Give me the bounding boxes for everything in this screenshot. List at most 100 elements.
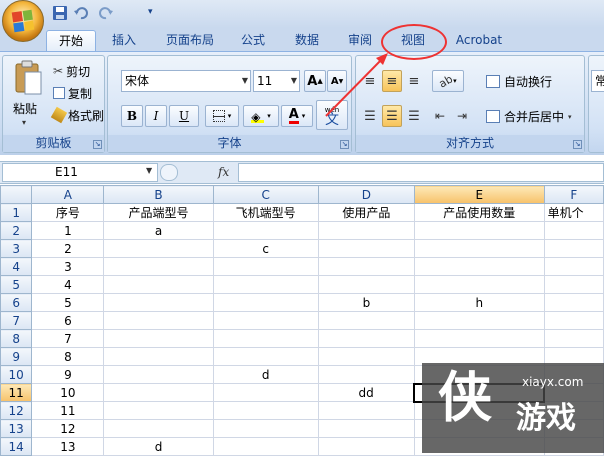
cell-d12[interactable] (317, 401, 415, 420)
row-header[interactable]: 6 (0, 293, 33, 312)
cell-a7[interactable]: 6 (31, 311, 105, 330)
cell-d3[interactable] (317, 239, 415, 258)
cell-a12[interactable]: 11 (31, 401, 105, 420)
cell-d4[interactable] (317, 257, 415, 276)
cell-f2[interactable] (543, 221, 604, 240)
cell-b5[interactable] (103, 275, 214, 294)
cell-e7[interactable] (413, 311, 545, 330)
cell-c13[interactable] (212, 419, 319, 438)
cell-b9[interactable] (103, 347, 214, 366)
row-header[interactable]: 4 (0, 257, 33, 276)
cell-b8[interactable] (103, 329, 214, 348)
row-header[interactable]: 5 (0, 275, 33, 294)
cell-d13[interactable] (317, 419, 415, 438)
name-box[interactable]: E11 (2, 163, 158, 182)
cell-e3[interactable] (413, 239, 545, 258)
column-header-d[interactable]: D (317, 185, 415, 204)
cell-f8[interactable] (543, 329, 604, 348)
table-row: 65 bh (0, 293, 604, 312)
row-header[interactable]: 13 (0, 419, 33, 438)
cell-b12[interactable] (103, 401, 214, 420)
cell-a1[interactable]: 序号 (31, 203, 105, 222)
cell-b11[interactable] (103, 383, 214, 402)
cell-c11[interactable] (212, 383, 319, 402)
cell-e2[interactable] (413, 221, 545, 240)
cell-b6[interactable] (103, 293, 214, 312)
cell-a6[interactable]: 5 (31, 293, 105, 312)
cell-a2[interactable]: 1 (31, 221, 105, 240)
column-header-f[interactable]: F (543, 185, 604, 204)
row-header[interactable]: 1 (0, 203, 33, 222)
cell-d5[interactable] (317, 275, 415, 294)
cell-c12[interactable] (212, 401, 319, 420)
column-header-b[interactable]: B (103, 185, 214, 204)
cell-b1[interactable]: 产品端型号 (103, 203, 214, 222)
cell-a4[interactable]: 3 (31, 257, 105, 276)
select-all-corner[interactable] (0, 185, 33, 204)
row-header[interactable]: 2 (0, 221, 33, 240)
cell-a9[interactable]: 8 (31, 347, 105, 366)
cell-b3[interactable] (103, 239, 214, 258)
function-icon[interactable]: fx (218, 165, 229, 179)
cell-c4[interactable] (212, 257, 319, 276)
watermark-logo: 侠 (438, 366, 492, 429)
table-row: 87 (0, 329, 604, 348)
cell-f3[interactable] (543, 239, 604, 258)
cell-f7[interactable] (543, 311, 604, 330)
cell-d1[interactable]: 使用产品 (317, 203, 415, 222)
cell-c9[interactable] (212, 347, 319, 366)
row-header[interactable]: 7 (0, 311, 33, 330)
cell-c5[interactable] (212, 275, 319, 294)
formula-input[interactable] (238, 163, 604, 182)
cell-b10[interactable] (103, 365, 214, 384)
namebox-dropdown-icon[interactable]: ▼ (146, 166, 152, 175)
cell-d6[interactable]: b (317, 293, 415, 312)
cell-c8[interactable] (212, 329, 319, 348)
cell-b13[interactable] (103, 419, 214, 438)
watermark: 侠 xiayx.com 游戏 (422, 363, 604, 453)
cell-e8[interactable] (413, 329, 545, 348)
row-header[interactable]: 11 (0, 383, 33, 402)
formula-bar-resize-handle[interactable] (160, 164, 178, 181)
cell-f4[interactable] (543, 257, 604, 276)
cell-e6[interactable]: h (413, 293, 545, 312)
row-header[interactable]: 3 (0, 239, 33, 258)
cell-d9[interactable] (317, 347, 415, 366)
cell-c2[interactable] (212, 221, 319, 240)
cell-e1[interactable]: 产品使用数量 (413, 203, 545, 222)
row-header[interactable]: 8 (0, 329, 33, 348)
cell-c7[interactable] (212, 311, 319, 330)
cell-e4[interactable] (413, 257, 545, 276)
cell-b4[interactable] (103, 257, 214, 276)
cell-b2[interactable]: a (103, 221, 214, 240)
cell-c1[interactable]: 飞机端型号 (212, 203, 319, 222)
cell-a11[interactable]: 10 (31, 383, 105, 402)
cell-a13[interactable]: 12 (31, 419, 105, 438)
cell-a10[interactable]: 9 (31, 365, 105, 384)
row-header[interactable]: 9 (0, 347, 33, 366)
row-header[interactable]: 12 (0, 401, 33, 420)
cell-c10[interactable]: d (212, 365, 319, 384)
column-header-e[interactable]: E (413, 185, 545, 204)
cell-a3[interactable]: 2 (31, 239, 105, 258)
cell-d10[interactable] (317, 365, 415, 384)
cell-f5[interactable] (543, 275, 604, 294)
column-header-a[interactable]: A (31, 185, 105, 204)
cell-d7[interactable] (317, 311, 415, 330)
cell-f1[interactable]: 单机个 (543, 203, 604, 222)
column-header-c[interactable]: C (212, 185, 319, 204)
cell-e5[interactable] (413, 275, 545, 294)
cell-a5[interactable]: 4 (31, 275, 105, 294)
office-logo-icon (11, 9, 35, 33)
cell-d8[interactable] (317, 329, 415, 348)
cell-c6[interactable] (212, 293, 319, 312)
cell-f6[interactable] (543, 293, 604, 312)
cell-c3[interactable]: c (212, 239, 319, 258)
office-button[interactable] (2, 0, 44, 42)
cell-d11[interactable]: dd (317, 383, 415, 402)
cell-a8[interactable]: 7 (31, 329, 105, 348)
table-row: 43 (0, 257, 604, 276)
row-header[interactable]: 10 (0, 365, 33, 384)
cell-b7[interactable] (103, 311, 214, 330)
cell-d2[interactable] (317, 221, 415, 240)
